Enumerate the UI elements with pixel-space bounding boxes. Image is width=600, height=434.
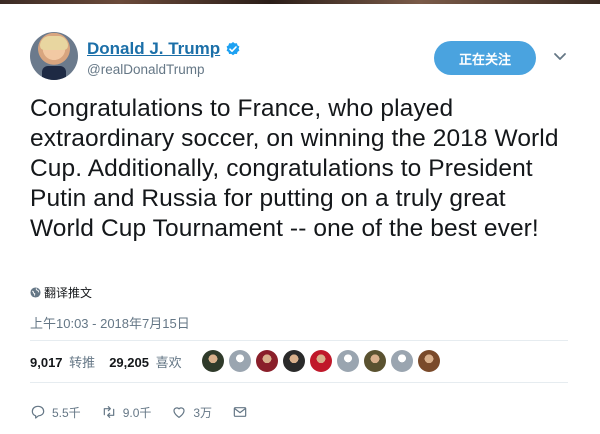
liker-avatar[interactable] (417, 350, 440, 372)
retweets-label: 转推 (69, 354, 96, 370)
tweet-actions: 5.5千 9.0千 3万 (30, 401, 274, 423)
direct-message-action[interactable] (232, 404, 254, 420)
default-avatar[interactable] (336, 350, 359, 372)
tweet-stats: 9,017 转推 29,205 喜欢 (30, 346, 445, 376)
chevron-down-icon[interactable] (552, 48, 568, 64)
liker-avatar[interactable] (255, 350, 278, 372)
likes-count: 29,205 (109, 354, 149, 370)
retweets-count: 9,017 (30, 354, 63, 370)
retweets-stat[interactable]: 9,017 转推 (30, 352, 95, 371)
author-names: Donald J. Trump @realDonaldTrump (87, 38, 241, 77)
tweet-timestamp[interactable]: 上午10:03 - 2018年7月15日 (30, 313, 190, 332)
envelope-icon (233, 407, 247, 417)
liker-avatar[interactable] (282, 350, 305, 372)
translate-tweet-link[interactable]: 翻译推文 (30, 284, 92, 301)
liker-avatars (201, 350, 445, 372)
globe-icon (30, 287, 41, 298)
liker-avatar[interactable] (201, 350, 224, 372)
default-avatar[interactable] (228, 350, 251, 372)
likes-stat[interactable]: 29,205 喜欢 (109, 352, 181, 371)
likes-label: 喜欢 (155, 354, 182, 370)
tweet-card: Donald J. Trump @realDonaldTrump 正在关注 Co… (0, 4, 600, 434)
default-avatar[interactable] (390, 350, 413, 372)
retweet-action[interactable]: 9.0千 (101, 404, 152, 421)
liker-avatar[interactable] (309, 350, 332, 372)
like-count: 3万 (193, 405, 213, 420)
retweet-count: 9.0千 (122, 405, 152, 420)
reply-count: 5.5千 (52, 405, 81, 420)
like-action[interactable]: 3万 (171, 404, 212, 421)
heart-icon (173, 407, 185, 418)
liker-avatar[interactable] (363, 350, 386, 372)
reply-icon (31, 405, 45, 419)
profile-avatar[interactable] (30, 32, 78, 80)
author-handle[interactable]: @realDonaldTrump (87, 62, 241, 77)
divider-top (30, 340, 568, 341)
reply-action[interactable]: 5.5千 (30, 404, 81, 421)
following-button[interactable]: 正在关注 (434, 41, 536, 75)
verified-badge-icon (226, 42, 240, 56)
translate-label: 翻译推文 (44, 286, 93, 300)
tweet-header: Donald J. Trump @realDonaldTrump 正在关注 (30, 32, 580, 88)
divider-bottom (30, 382, 568, 383)
author-display-name[interactable]: Donald J. Trump (87, 39, 220, 59)
tweet-text: Congratulations to France, who played ex… (30, 95, 559, 242)
retweet-icon (103, 406, 114, 418)
